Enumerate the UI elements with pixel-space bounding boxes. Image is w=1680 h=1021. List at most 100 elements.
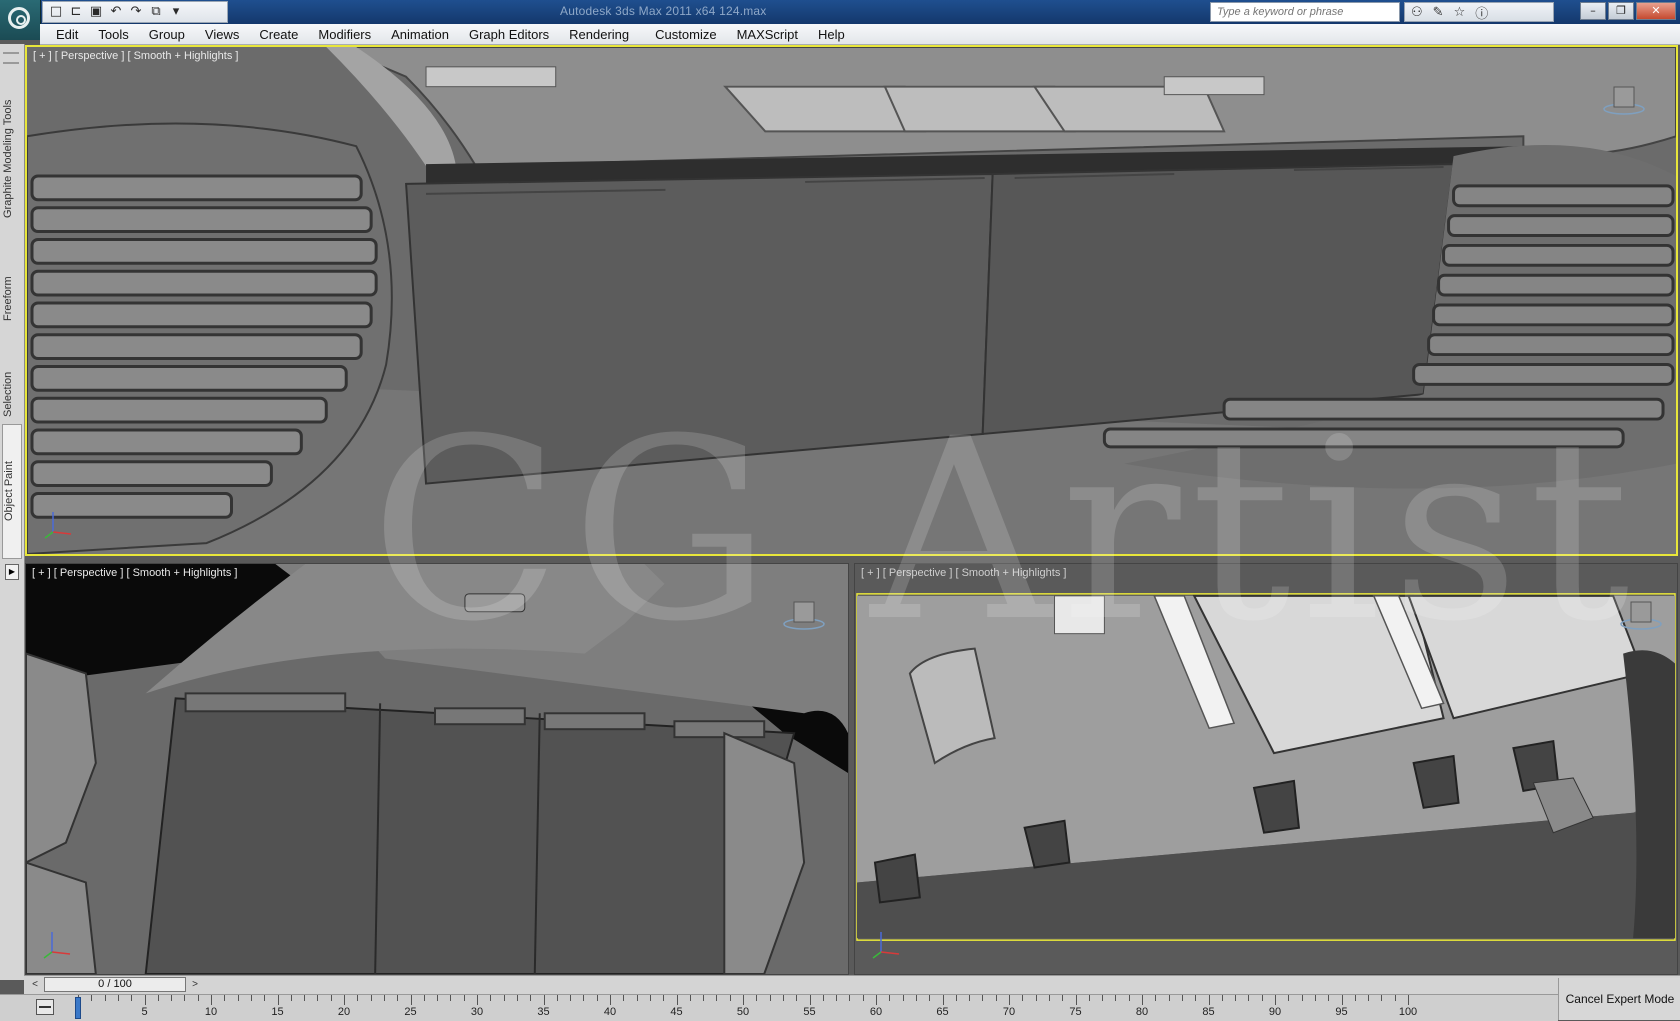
time-slider-bar: < 0 / 100 > — [24, 975, 1680, 994]
panel-expand-icon[interactable]: ▶ — [5, 564, 19, 580]
track-tick — [570, 995, 572, 1001]
tab-object-paint[interactable]: Object Paint — [2, 424, 22, 559]
menu-edit[interactable]: Edit — [40, 27, 88, 42]
menu-animation[interactable]: Animation — [381, 27, 459, 42]
track-tick — [1035, 995, 1037, 1001]
track-tick — [1368, 995, 1370, 1001]
track-tick — [1181, 995, 1183, 1001]
track-tick — [822, 995, 824, 1001]
track-tick — [902, 995, 904, 1001]
search-input[interactable] — [1210, 2, 1400, 22]
track-tick — [743, 995, 744, 1005]
menu-graph-editors[interactable]: Graph Editors — [459, 27, 559, 42]
menu-create[interactable]: Create — [249, 27, 308, 42]
track-tick — [1275, 995, 1276, 1005]
cancel-expert-mode-button[interactable]: Cancel Expert Mode — [1558, 978, 1680, 1020]
application-button[interactable] — [0, 0, 41, 40]
tab-freeform[interactable]: Freeform — [2, 254, 22, 344]
minimize-icon[interactable]: – — [1580, 2, 1606, 20]
menu-maxscript[interactable]: MAXScript — [727, 27, 808, 42]
track-tick — [330, 995, 332, 1001]
track-tick — [955, 995, 957, 1001]
viewcube-icon[interactable] — [1602, 81, 1646, 117]
viewcube-icon[interactable] — [782, 596, 826, 632]
track-tick — [171, 995, 173, 1001]
open-file-icon[interactable]: ⊏ — [69, 5, 83, 19]
track-tick — [317, 995, 319, 1001]
track-tick — [796, 995, 798, 1001]
menu-rendering[interactable]: Rendering — [559, 27, 639, 42]
track-tick — [1208, 995, 1210, 1005]
mini-curve-editor-icon[interactable] — [36, 999, 54, 1015]
satellite-icon[interactable]: ✎ — [1433, 5, 1444, 20]
menu-bar: Edit Tools Group Views Create Modifiers … — [40, 24, 1680, 45]
track-tick — [290, 995, 292, 1001]
track-tick — [197, 995, 199, 1001]
viewport-label[interactable]: [ + ] [ Perspective ] [ Smooth + Highlig… — [861, 567, 1066, 579]
time-slider[interactable]: 0 / 100 — [44, 977, 186, 992]
time-next-button[interactable]: > — [188, 978, 202, 991]
help-icon[interactable]: ⓘ — [1475, 3, 1488, 22]
track-tick-label: 65 — [936, 1006, 949, 1018]
track-tick — [250, 995, 252, 1001]
viewport-perspective-top[interactable]: [ + ] [ Perspective ] [ Smooth + Highlig… — [25, 45, 1678, 556]
track-tick-label: 40 — [603, 1006, 617, 1018]
axis-tripod-icon — [872, 932, 900, 959]
redo-icon[interactable]: ↷ — [129, 5, 143, 19]
track-tick — [1341, 995, 1343, 1005]
quick-access-toolbar: □ ⊏ ▣ ↶ ↷ ⧉ ▾ — [42, 1, 228, 23]
close-icon[interactable]: ✕ — [1636, 2, 1676, 20]
track-tick — [490, 995, 492, 1001]
track-tick-label: 50 — [736, 1006, 750, 1018]
track-tick — [1009, 995, 1010, 1005]
track-tick — [1075, 995, 1077, 1005]
restore-icon[interactable]: ❐ — [1608, 2, 1634, 20]
viewport-label[interactable]: [ + ] [ Perspective ] [ Smooth + Highlig… — [32, 567, 237, 579]
time-prev-button[interactable]: < — [28, 978, 42, 991]
track-tick — [623, 995, 625, 1001]
grip-handle-icon[interactable] — [3, 52, 19, 64]
menu-customize[interactable]: Customize — [639, 27, 726, 42]
viewport-label[interactable]: [ + ] [ Perspective ] [ Smooth + Highlig… — [33, 50, 238, 62]
scene-render-top — [27, 47, 1676, 554]
track-tick — [1102, 995, 1104, 1001]
menu-group[interactable]: Group — [139, 27, 195, 42]
menu-tools[interactable]: Tools — [88, 27, 138, 42]
track-tick — [423, 995, 425, 1001]
new-file-icon[interactable]: □ — [49, 5, 63, 19]
track-tick-label: 5 — [141, 1006, 148, 1018]
star-icon[interactable]: ☆ — [1454, 5, 1466, 20]
viewcube-icon[interactable] — [1619, 596, 1663, 632]
current-frame-marker[interactable] — [75, 997, 81, 1019]
track-tick — [995, 995, 997, 1001]
track-tick — [969, 995, 971, 1001]
track-tick — [1328, 995, 1330, 1001]
track-tick — [1128, 995, 1130, 1001]
track-bar[interactable]: 0510152025303540455055606570758085909510… — [0, 994, 1558, 1021]
track-tick — [264, 995, 266, 1001]
track-tick — [556, 995, 558, 1001]
track-tick — [689, 995, 691, 1001]
track-tick — [862, 995, 864, 1001]
tab-graphite-modeling-tools[interactable]: Graphite Modeling Tools — [2, 74, 22, 244]
undo-icon[interactable]: ↶ — [109, 5, 123, 19]
project-folder-icon[interactable]: ⧉ — [149, 5, 163, 19]
track-tick — [1048, 995, 1050, 1001]
track-tick — [1022, 995, 1024, 1001]
track-tick — [410, 995, 412, 1005]
track-tick — [516, 995, 518, 1001]
binoculars-icon[interactable]: ⚇ — [1411, 5, 1423, 20]
save-icon[interactable]: ▣ — [89, 5, 103, 19]
menu-views[interactable]: Views — [195, 27, 249, 42]
track-tick-label: 80 — [1135, 1006, 1149, 1018]
track-tick-label: 20 — [337, 1006, 351, 1018]
track-tick — [370, 995, 372, 1001]
menu-help[interactable]: Help — [808, 27, 855, 42]
viewport-perspective-bottom-left[interactable]: [ + ] [ Perspective ] [ Smooth + Highlig… — [25, 563, 849, 975]
viewport-perspective-bottom-right[interactable]: [ + ] [ Perspective ] [ Smooth + Highlig… — [854, 563, 1678, 975]
track-tick — [1381, 995, 1383, 1001]
track-tick — [277, 995, 279, 1005]
track-tick — [769, 995, 771, 1001]
dropdown-arrow-icon[interactable]: ▾ — [169, 5, 183, 19]
menu-modifiers[interactable]: Modifiers — [308, 27, 381, 42]
